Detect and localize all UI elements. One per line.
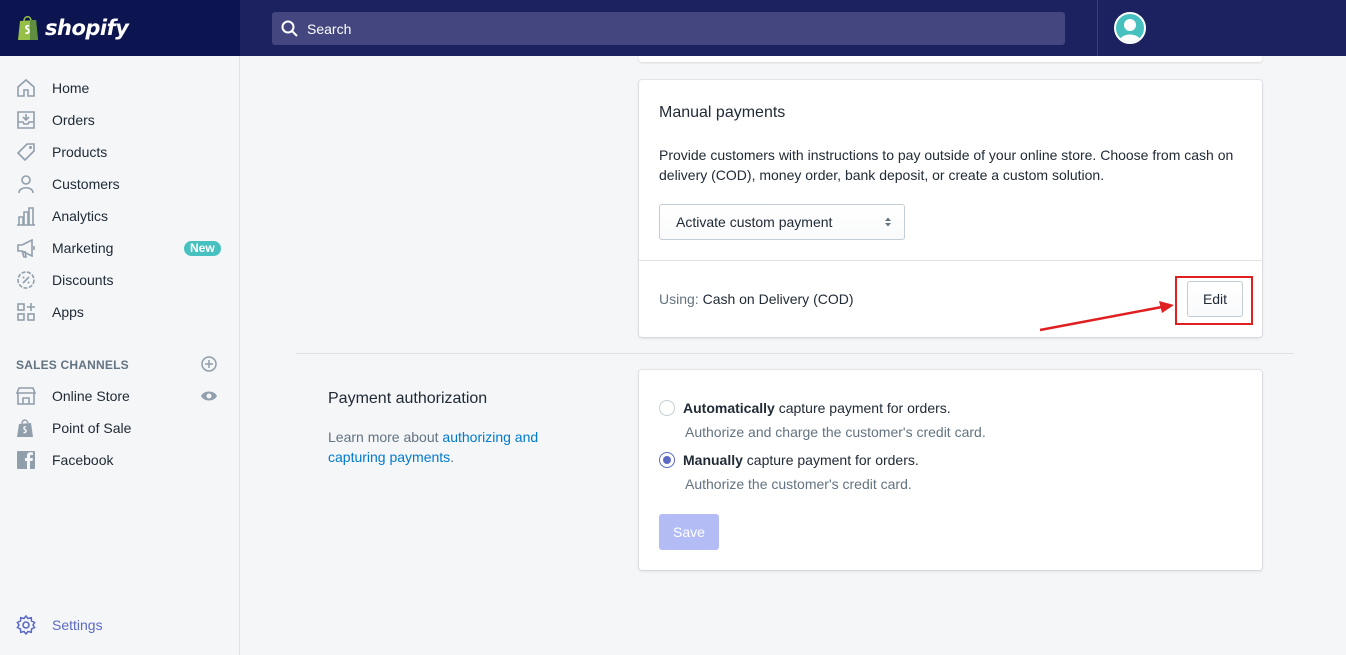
eye-icon[interactable] <box>200 389 218 403</box>
select-arrows-icon <box>884 216 892 228</box>
home-icon <box>16 78 36 98</box>
apps-icon <box>16 302 36 322</box>
search-bar[interactable]: Search <box>272 12 1065 45</box>
sidebar-item-label: Marketing <box>52 240 113 256</box>
sidebar-item-label: Customers <box>52 176 120 192</box>
sidebar-item-label: Point of Sale <box>52 420 131 436</box>
manual-capture-option[interactable]: Manually capture payment for orders. <box>659 452 919 468</box>
shopify-bag-icon <box>16 418 36 438</box>
megaphone-icon <box>16 238 36 258</box>
auto-capture-radio[interactable] <box>659 400 675 416</box>
sidebar-item-online-store[interactable]: Online Store <box>0 380 239 412</box>
facebook-icon <box>16 450 36 470</box>
shopify-bag-icon <box>16 14 40 42</box>
auto-capture-help: Authorize and charge the customer's cred… <box>685 424 986 440</box>
manual-capture-help: Authorize the customer's credit card. <box>685 476 912 492</box>
brand-name: shopify <box>45 16 128 40</box>
sidebar-item-orders[interactable]: Orders <box>0 104 239 136</box>
using-value: Cash on Delivery (COD) <box>703 291 854 307</box>
top-bar: shopify Search <box>0 0 1346 56</box>
sidebar-item-settings[interactable]: Settings <box>0 609 239 641</box>
sidebar-item-label: Analytics <box>52 208 108 224</box>
payment-authorization-title: Payment authorization <box>328 390 487 408</box>
highlight-box <box>1175 276 1253 325</box>
using-row: Using: Cash on Delivery (COD) <box>659 291 854 307</box>
sidebar-item-label: Online Store <box>52 388 130 404</box>
add-channel-icon[interactable] <box>201 356 217 372</box>
card-title: Manual payments <box>659 104 785 122</box>
tag-icon <box>16 142 36 162</box>
user-avatar-icon <box>1116 14 1144 42</box>
sidebar-item-products[interactable]: Products <box>0 136 239 168</box>
description-text: Learn more about <box>328 429 442 445</box>
sidebar-item-label: Products <box>52 144 107 160</box>
sidebar-item-home[interactable]: Home <box>0 72 239 104</box>
card-description: Provide customers with instructions to p… <box>659 145 1259 185</box>
sidebar-item-discounts[interactable]: Discounts <box>0 264 239 296</box>
sidebar: Home Orders Products Customers Analytics… <box>0 56 240 655</box>
radio-label: Automatically capture payment for orders… <box>683 400 951 416</box>
sidebar-item-facebook[interactable]: Facebook <box>0 444 239 476</box>
logo[interactable]: shopify <box>0 0 240 56</box>
sidebar-item-label: Orders <box>52 112 95 128</box>
sidebar-item-customers[interactable]: Customers <box>0 168 239 200</box>
select-value: Activate custom payment <box>676 214 832 230</box>
search-input[interactable]: Search <box>307 21 351 37</box>
description-suffix: . <box>450 449 454 465</box>
sidebar-item-marketing[interactable]: Marketing New <box>0 232 239 264</box>
save-button[interactable]: Save <box>659 514 719 550</box>
avatar[interactable] <box>1114 12 1146 44</box>
using-label: Using: <box>659 291 699 307</box>
sidebar-item-point-of-sale[interactable]: Point of Sale <box>0 412 239 444</box>
search-icon <box>281 20 299 38</box>
red-arrow-icon <box>1036 300 1176 336</box>
sidebar-item-label: Home <box>52 80 89 96</box>
payment-authorization-description: Learn more about authorizing and capturi… <box>328 427 568 467</box>
manual-capture-radio[interactable] <box>659 452 675 468</box>
sales-channels-heading: SALES CHANNELS <box>16 358 129 372</box>
sidebar-item-label: Facebook <box>52 452 113 468</box>
sidebar-item-analytics[interactable]: Analytics <box>0 200 239 232</box>
sidebar-item-label: Discounts <box>52 272 113 288</box>
custom-payment-select[interactable]: Activate custom payment <box>659 204 905 240</box>
previous-card-edge <box>639 56 1262 62</box>
section-divider <box>296 353 1294 354</box>
divider <box>1097 0 1098 56</box>
bar-chart-icon <box>16 206 36 226</box>
orders-icon <box>16 110 36 130</box>
card-divider <box>639 260 1263 261</box>
person-icon <box>16 174 36 194</box>
store-icon <box>16 386 36 406</box>
sidebar-item-apps[interactable]: Apps <box>0 296 239 328</box>
radio-label: Manually capture payment for orders. <box>683 452 919 468</box>
sidebar-item-label: Settings <box>52 617 103 633</box>
manual-payments-card: Manual payments Provide customers with i… <box>639 80 1262 337</box>
new-badge: New <box>184 241 221 256</box>
payment-authorization-card: Automatically capture payment for orders… <box>639 370 1262 570</box>
gear-icon <box>16 615 36 635</box>
sidebar-item-label: Apps <box>52 304 84 320</box>
auto-capture-option[interactable]: Automatically capture payment for orders… <box>659 400 951 416</box>
discount-icon <box>16 270 36 290</box>
